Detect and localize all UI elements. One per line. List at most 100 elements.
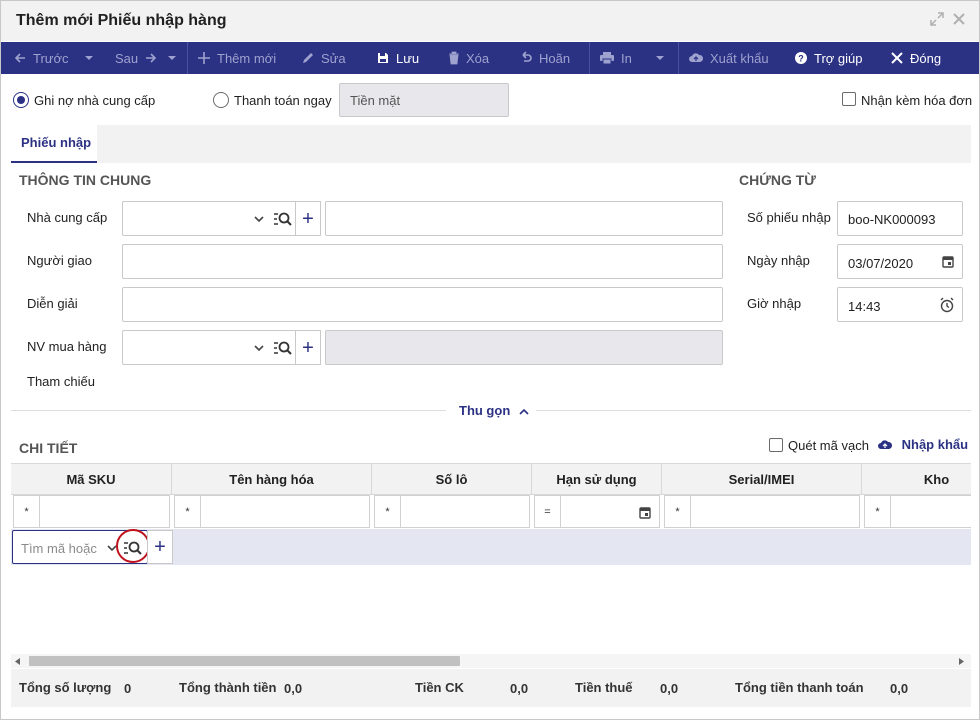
edit-label: Sửa <box>321 50 346 66</box>
import-button[interactable]: Nhập khẩu <box>877 437 968 452</box>
buyer-label: NV mua hàng <box>27 339 107 354</box>
filter-op[interactable]: = <box>535 496 561 527</box>
close-button[interactable]: Đóng <box>890 42 941 74</box>
filter-warehouse[interactable]: * <box>864 495 971 528</box>
col-product-name[interactable]: Tên hàng hóa <box>172 464 372 494</box>
print-label: In <box>621 50 632 66</box>
detail-section-title: CHI TIẾT <box>19 440 78 456</box>
help-button[interactable]: ? Trợ giúp <box>794 42 863 74</box>
voucher-section-title: CHỨNG TỪ <box>739 172 816 188</box>
add-item-button[interactable]: + <box>147 530 173 564</box>
description-input[interactable] <box>122 287 723 322</box>
entry-time-value: 14:43 <box>848 299 881 314</box>
filter-product-name[interactable]: * <box>174 495 370 528</box>
total-payment-value: 0,0 <box>890 681 909 696</box>
plus-icon <box>198 52 210 64</box>
toolbar-divider <box>187 42 188 74</box>
close-icon[interactable] <box>951 11 967 27</box>
filter-sku[interactable]: * <box>13 495 170 528</box>
trash-icon <box>449 51 459 65</box>
description-label: Diễn giải <box>27 296 78 311</box>
calendar-icon[interactable] <box>639 506 651 519</box>
export-label: Xuất khẩu <box>710 50 769 66</box>
undo-label: Hoãn <box>539 50 571 66</box>
filter-op[interactable]: * <box>665 496 691 527</box>
total-amount-value: 0,0 <box>284 681 303 696</box>
prev-button[interactable]: Trước <box>13 42 93 74</box>
print-caret-icon[interactable] <box>655 56 664 60</box>
search-list-icon[interactable] <box>273 340 293 356</box>
edit-button[interactable]: Sửa <box>301 42 346 74</box>
x-icon <box>891 52 903 64</box>
supplier-name-input[interactable] <box>325 201 723 236</box>
export-button[interactable]: Xuất khẩu <box>688 42 769 74</box>
detail-grid-header: Mã SKU Tên hàng hóa Số lô Hạn sử dụng Se… <box>11 463 971 495</box>
tab-bar: Phiếu nhập <box>11 125 971 163</box>
collapse-divider-right <box>536 410 971 411</box>
total-qty-label: Tổng số lượng <box>19 680 112 695</box>
scan-barcode-checkbox[interactable] <box>769 438 783 452</box>
scan-barcode-label[interactable]: Quét mã vạch <box>788 438 869 453</box>
entry-time-input[interactable]: 14:43 <box>837 287 963 322</box>
arrow-left-icon <box>14 53 25 63</box>
col-serial[interactable]: Serial/IMEI <box>662 464 862 494</box>
close-label: Đóng <box>910 50 942 66</box>
horizontal-scrollbar[interactable] <box>11 654 971 668</box>
col-sku[interactable]: Mã SKU <box>11 464 172 494</box>
total-qty-value: 0 <box>124 681 132 696</box>
chevron-down-icon[interactable] <box>254 216 264 223</box>
voucher-number-input[interactable]: boo-NK000093 <box>837 201 963 236</box>
filter-lot[interactable]: * <box>374 495 530 528</box>
col-warehouse[interactable]: Kho <box>862 464 971 494</box>
scrollbar-thumb[interactable] <box>29 656 460 666</box>
scroll-left-icon[interactable] <box>15 658 20 665</box>
supplier-select[interactable] <box>122 201 297 236</box>
add-new-button[interactable]: Thêm mới <box>197 42 276 74</box>
entry-date-input[interactable]: 03/07/2020 <box>837 244 963 279</box>
print-button[interactable]: In <box>599 42 664 74</box>
next-caret-icon[interactable] <box>168 56 177 60</box>
save-button[interactable]: Lưu <box>376 42 419 74</box>
filter-op[interactable]: * <box>865 496 891 527</box>
next-label: Sau <box>115 50 139 66</box>
prev-label: Trước <box>33 50 69 66</box>
next-button[interactable]: Sau <box>115 42 177 74</box>
toolbar-divider <box>678 42 679 74</box>
tab-receipt[interactable]: Phiếu nhập <box>11 125 97 163</box>
entry-time-label: Giờ nhập <box>747 296 802 311</box>
filter-expiry[interactable]: = <box>534 495 660 528</box>
pay-now-radio[interactable] <box>213 92 229 108</box>
prev-caret-icon[interactable] <box>84 56 93 60</box>
plus-icon: + <box>154 536 166 558</box>
expand-icon[interactable] <box>929 11 945 27</box>
credit-supplier-label[interactable]: Ghi nợ nhà cung cấp <box>34 93 155 108</box>
alarm-clock-icon[interactable] <box>939 297 955 313</box>
chevron-down-icon[interactable] <box>254 345 264 352</box>
svg-text:?: ? <box>798 54 804 64</box>
receive-invoice-checkbox[interactable] <box>842 92 856 106</box>
total-payment-label: Tổng tiền thanh toán <box>735 680 864 695</box>
voucher-number-value: boo-NK000093 <box>848 212 936 227</box>
undo-button[interactable]: Hoãn <box>519 42 570 74</box>
delete-button[interactable]: Xóa <box>448 42 489 74</box>
col-expiry[interactable]: Hạn sử dụng <box>532 464 662 494</box>
add-buyer-button[interactable]: + <box>295 330 321 365</box>
collapse-toggle[interactable]: Thu gọn <box>459 403 529 418</box>
discount-label: Tiền CK <box>415 680 464 695</box>
buyer-select[interactable] <box>122 330 297 365</box>
pay-now-label[interactable]: Thanh toán ngay <box>234 93 332 108</box>
entry-date-label: Ngày nhập <box>747 253 810 268</box>
chevron-up-icon <box>519 408 529 415</box>
scroll-right-icon[interactable] <box>959 658 964 665</box>
col-lot[interactable]: Số lô <box>372 464 532 494</box>
calendar-icon[interactable] <box>942 255 954 268</box>
filter-op[interactable]: * <box>14 496 40 527</box>
deliverer-input[interactable] <box>122 244 723 279</box>
filter-op[interactable]: * <box>375 496 401 527</box>
add-supplier-button[interactable]: + <box>295 201 321 236</box>
filter-serial[interactable]: * <box>664 495 860 528</box>
receive-invoice-label[interactable]: Nhận kèm hóa đơn <box>861 93 972 108</box>
search-list-icon[interactable] <box>273 211 293 227</box>
filter-op[interactable]: * <box>175 496 201 527</box>
credit-supplier-radio[interactable] <box>13 92 29 108</box>
